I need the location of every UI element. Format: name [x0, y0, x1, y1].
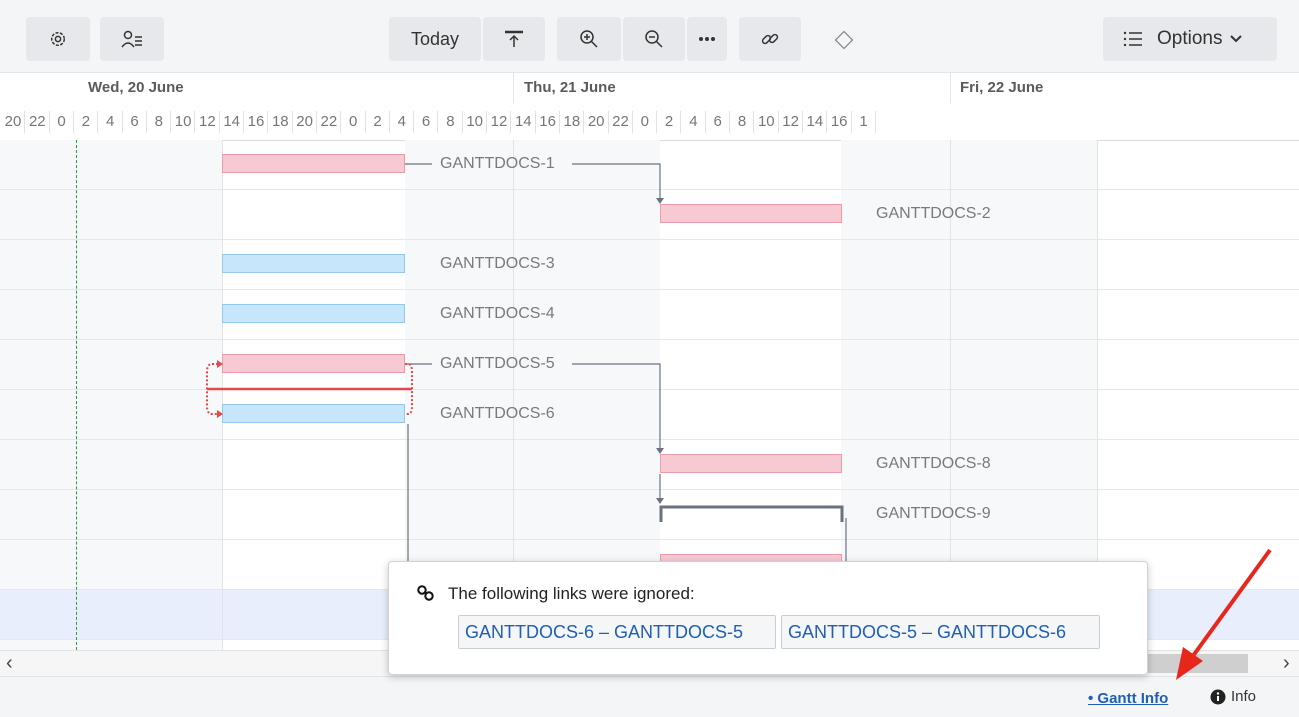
hour-label: 14 [806, 113, 824, 130]
task-label[interactable]: GANTTDOCS-4 [440, 305, 555, 323]
hour-divider [874, 111, 876, 133]
zoom-in-icon [580, 30, 598, 48]
hour-header: 20 22 0 2 4 6 8 10 12 14 16 18 20 22 0 2 4 6 8 10 12 14 16 18 20… [0, 103, 1299, 141]
day-divider [513, 73, 514, 103]
hour-label: 10 [757, 113, 775, 130]
hour-label: 0 [57, 113, 66, 130]
hour-label: 2 [81, 113, 91, 130]
hour-label: 4 [106, 113, 115, 130]
task-label[interactable]: GANTTDOCS-8 [876, 455, 991, 473]
task-label[interactable]: GANTTDOCS-2 [876, 205, 991, 223]
hour-label: 0 [640, 113, 649, 130]
date-label: Wed, 20 June [88, 79, 184, 96]
ignored-link[interactable]: GANTTDOCS-5 – GANTTDOCS-6 [781, 615, 1100, 649]
task-label[interactable]: GANTTDOCS-3 [440, 255, 555, 273]
today-button[interactable]: Today [389, 17, 481, 61]
hour-label: 6 [421, 113, 431, 130]
hour-label: 4 [689, 113, 698, 130]
date-header: Wed, 20 June Thu, 21 June Fri, 22 June [0, 73, 1299, 104]
hour-label: 10 [174, 113, 192, 130]
hour-label: 12 [782, 113, 799, 130]
hour-label: 2 [664, 113, 674, 130]
milestone-button[interactable] [833, 29, 855, 56]
scroll-thumb[interactable] [1148, 654, 1248, 673]
footer-bar: • Gantt Info Info [0, 676, 1299, 717]
hour-label: 10 [466, 113, 484, 130]
hour-label: 20 [4, 113, 22, 130]
hour-label: 12 [199, 113, 216, 130]
options-label: Options [1157, 28, 1223, 49]
task-label[interactable]: GANTTDOCS-5 [440, 355, 555, 373]
hour-label: 14 [223, 113, 241, 130]
hour-label: 6 [713, 113, 722, 130]
hour-label: 4 [397, 113, 406, 130]
resource-button[interactable] [100, 17, 164, 61]
hour-label: 22 [612, 113, 629, 130]
gantt-info-link[interactable]: • Gantt Info [1088, 690, 1168, 707]
zoom-out-button[interactable] [623, 17, 685, 61]
info-label: Info [1231, 688, 1257, 705]
hour-label: 22 [28, 113, 46, 130]
info-icon [1210, 689, 1226, 704]
task-label[interactable]: GANTTDOCS-1 [440, 155, 555, 173]
zoom-out-icon [645, 30, 663, 48]
gantt-toolbar: Today Options [0, 0, 1299, 73]
gear-icon [50, 31, 66, 47]
hour-label: 16 [830, 113, 848, 130]
hour-label: 22 [320, 113, 338, 130]
hour-label: 8 [737, 113, 747, 130]
scroll-left-icon[interactable]: ‹ [6, 652, 13, 675]
task-label[interactable]: GANTTDOCS-6 [440, 405, 555, 423]
options-button[interactable]: Options [1103, 17, 1277, 61]
hour-label: 8 [446, 113, 455, 130]
settings-button[interactable] [26, 17, 90, 61]
ignored-links-popup: The following links were ignored: GANTTD… [388, 561, 1148, 675]
hour-label: 16 [247, 113, 265, 130]
hour-label: 12 [490, 113, 508, 130]
info-button[interactable]: Info [1210, 688, 1256, 705]
more-icon [699, 37, 715, 41]
user-list-icon [121, 30, 142, 48]
chevron-down-icon [1230, 35, 1243, 43]
hour-label: 18 [563, 113, 581, 130]
list-icon [1123, 31, 1142, 47]
link-icon [761, 33, 779, 45]
chain-link-icon [417, 585, 434, 601]
hour-label: 20 [587, 113, 605, 130]
hour-label: 20 [296, 113, 313, 130]
hour-label: 0 [349, 113, 358, 130]
hour-label: 1 [859, 113, 868, 130]
hour-label: 18 [271, 113, 289, 130]
date-label: Thu, 21 June [524, 79, 616, 96]
scroll-right-icon[interactable]: › [1283, 652, 1290, 675]
zoom-in-button[interactable] [557, 17, 621, 61]
link-button[interactable] [739, 17, 801, 61]
more-button[interactable] [687, 17, 727, 61]
date-label: Fri, 22 June [960, 79, 1044, 96]
hour-label: 2 [373, 113, 382, 130]
popup-message: The following links were ignored: [448, 584, 695, 603]
ignored-link[interactable]: GANTTDOCS-6 – GANTTDOCS-5 [458, 615, 776, 649]
hour-label: 6 [130, 113, 139, 130]
hour-label: 16 [539, 113, 556, 130]
scroll-to-top-icon [505, 30, 523, 47]
task-label[interactable]: GANTTDOCS-9 [876, 505, 991, 523]
hour-label: 14 [514, 113, 532, 130]
milestone-diamond-icon [834, 30, 854, 50]
day-divider [950, 73, 951, 103]
scroll-to-top-button[interactable] [483, 17, 545, 61]
hour-label: 8 [154, 113, 163, 130]
